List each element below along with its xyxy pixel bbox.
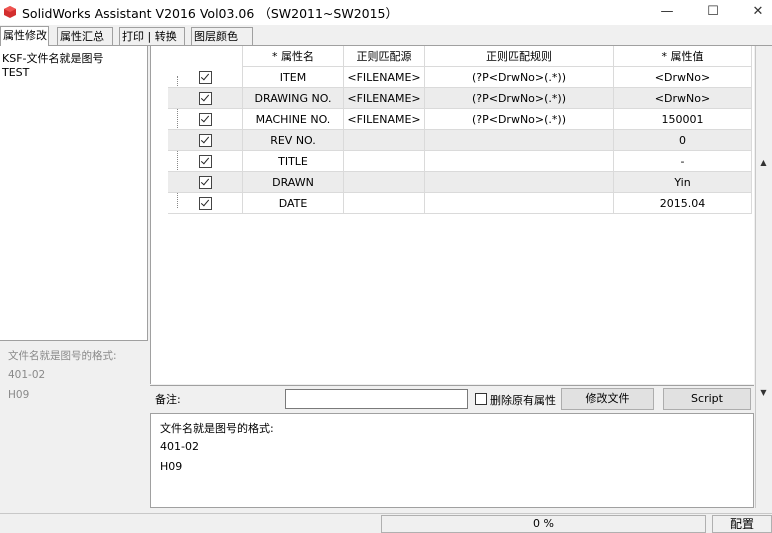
cell-value[interactable]: - xyxy=(613,150,752,172)
table-row[interactable]: ITEM <FILENAME> (?P<DrwNo>(.*)) <DrwNo> xyxy=(168,66,752,88)
cell-name[interactable]: DRAWN xyxy=(242,171,344,193)
checkbox-checked[interactable] xyxy=(198,175,212,189)
checkbox-checked[interactable] xyxy=(198,112,212,126)
remark-label: 备注: xyxy=(155,393,181,406)
checkbox-checked[interactable] xyxy=(198,91,212,105)
row-select-cell[interactable] xyxy=(168,87,243,109)
template-item[interactable]: TEST xyxy=(2,66,29,79)
tab-print-convert[interactable]: 打印 | 转换 xyxy=(119,27,185,45)
description-line: 401-02 xyxy=(160,440,199,453)
cell-source[interactable]: <FILENAME> xyxy=(343,108,425,130)
config-button[interactable]: 配置 xyxy=(712,515,772,533)
cell-rule[interactable]: (?P<DrwNo>(.*)) xyxy=(424,108,614,130)
cell-name[interactable]: TITLE xyxy=(242,150,344,172)
description-line: 文件名就是图号的格式: xyxy=(160,422,274,435)
col-header-rule[interactable]: 正则匹配规则 xyxy=(424,46,614,67)
delete-existing-label[interactable]: 删除原有属性 xyxy=(490,392,556,408)
cell-source[interactable]: <FILENAME> xyxy=(343,87,425,109)
template-info-line: 401-02 xyxy=(8,369,46,381)
grid-header-row: * 属性名 正则匹配源 正则匹配规则 * 属性值 xyxy=(168,46,752,67)
cell-name[interactable]: ITEM xyxy=(242,66,344,88)
description-line: H09 xyxy=(160,460,183,473)
cell-rule[interactable] xyxy=(424,129,614,151)
checkbox-checked[interactable] xyxy=(198,70,212,84)
row-select-cell[interactable] xyxy=(168,192,243,214)
checkbox-checked[interactable] xyxy=(198,133,212,147)
cell-value[interactable]: 2015.04 xyxy=(613,192,752,214)
script-button[interactable]: Script xyxy=(663,388,751,410)
checkbox-checked[interactable] xyxy=(198,196,212,210)
cell-name[interactable]: DATE xyxy=(242,192,344,214)
cell-source[interactable] xyxy=(343,129,425,151)
row-select-cell[interactable] xyxy=(168,171,243,193)
table-row[interactable]: DRAWN Yin xyxy=(168,171,752,193)
row-select-cell[interactable] xyxy=(168,150,243,172)
table-row[interactable]: MACHINE NO. <FILENAME> (?P<DrwNo>(.*)) 1… xyxy=(168,108,752,130)
scroll-up-arrow-icon[interactable]: ▲ xyxy=(755,158,772,170)
vertical-scrollbar[interactable] xyxy=(755,46,772,508)
delete-existing-checkbox[interactable] xyxy=(475,393,487,405)
property-grid-area: * 属性名 正则匹配源 正则匹配规则 * 属性值 ITEM <FILENAME>… xyxy=(150,46,754,384)
cell-value[interactable]: <DrwNo> xyxy=(613,87,752,109)
cell-name[interactable]: MACHINE NO. xyxy=(242,108,344,130)
cell-rule[interactable] xyxy=(424,192,614,214)
cell-source[interactable] xyxy=(343,192,425,214)
solidworks-logo-icon xyxy=(4,6,16,18)
template-list[interactable] xyxy=(0,46,148,341)
close-button[interactable]: ✕ xyxy=(735,0,772,25)
template-item[interactable]: KSF-文件名就是图号 xyxy=(2,50,104,66)
cell-source[interactable] xyxy=(343,171,425,193)
cell-value[interactable]: 0 xyxy=(613,129,752,151)
remark-input[interactable] xyxy=(285,389,468,409)
grid-corner xyxy=(168,46,243,67)
col-header-value[interactable]: * 属性值 xyxy=(613,46,752,67)
cell-rule[interactable]: (?P<DrwNo>(.*)) xyxy=(424,87,614,109)
tab-property-edit[interactable]: 属性修改 xyxy=(0,26,49,46)
cell-rule[interactable] xyxy=(424,150,614,172)
progress-indicator: 0 % xyxy=(381,515,706,533)
cell-value[interactable]: <DrwNo> xyxy=(613,66,752,88)
table-row[interactable]: DRAWING NO. <FILENAME> (?P<DrwNo>(.*)) <… xyxy=(168,87,752,109)
cell-name[interactable]: DRAWING NO. xyxy=(242,87,344,109)
table-row[interactable]: TITLE - xyxy=(168,150,752,172)
row-select-cell[interactable] xyxy=(168,108,243,130)
template-info-line: 文件名就是图号的格式: xyxy=(8,350,117,362)
table-row[interactable]: REV NO. 0 xyxy=(168,129,752,151)
row-select-cell[interactable] xyxy=(168,129,243,151)
cell-name[interactable]: REV NO. xyxy=(242,129,344,151)
checkbox-checked[interactable] xyxy=(198,154,212,168)
cell-source[interactable]: <FILENAME> xyxy=(343,66,425,88)
maximize-button[interactable]: ☐ xyxy=(690,0,736,25)
row-select-cell[interactable] xyxy=(168,66,243,88)
minimize-button[interactable]: — xyxy=(644,0,690,25)
cell-value[interactable]: 150001 xyxy=(613,108,752,130)
cell-source[interactable] xyxy=(343,150,425,172)
col-header-name[interactable]: * 属性名 xyxy=(242,46,344,67)
property-grid: * 属性名 正则匹配源 正则匹配规则 * 属性值 ITEM <FILENAME>… xyxy=(168,46,752,214)
modify-file-button[interactable]: 修改文件 xyxy=(561,388,654,410)
cell-rule[interactable] xyxy=(424,171,614,193)
template-info-line: H09 xyxy=(8,389,30,401)
table-row[interactable]: DATE 2015.04 xyxy=(168,192,752,214)
window-title: SolidWorks Assistant V2016 Vol03.06 （SW2… xyxy=(22,6,399,21)
cell-value[interactable]: Yin xyxy=(613,171,752,193)
scroll-down-arrow-icon[interactable]: ▼ xyxy=(755,388,772,400)
tab-property-summary[interactable]: 属性汇总 xyxy=(57,27,113,45)
col-header-source[interactable]: 正则匹配源 xyxy=(343,46,425,67)
cell-rule[interactable]: (?P<DrwNo>(.*)) xyxy=(424,66,614,88)
tab-layer-color[interactable]: 图层颜色 xyxy=(191,27,253,45)
